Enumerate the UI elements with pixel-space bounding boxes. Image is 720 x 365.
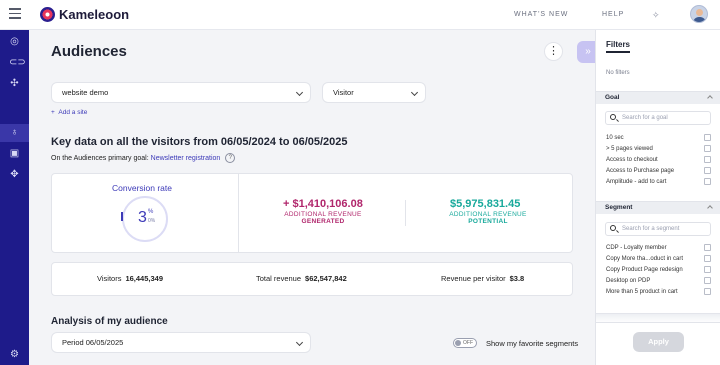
brand-logo[interactable]: Kameleoon [40, 7, 129, 22]
conversion-rate-sub: 0% [148, 218, 156, 224]
chevron-up-icon [707, 95, 713, 101]
checkbox[interactable] [704, 255, 711, 262]
whats-new-link[interactable]: WHAT'S NEW [514, 11, 568, 18]
segment-option[interactable]: CDP - Loyalty member [606, 244, 711, 252]
favorite-segments-label: Show my favorite segments [486, 339, 579, 348]
kameleoon-logo-icon [40, 7, 55, 22]
chevron-down-icon [295, 338, 304, 347]
kpi-divider [238, 174, 239, 252]
goal-option[interactable]: > 5 pages viewed [606, 145, 711, 153]
sparkles-icon[interactable]: ✧ [652, 10, 662, 20]
total-revenue-stat: Total revenue $62,547,842 [256, 274, 347, 283]
filters-panel: Filters No filters Goal Search for a goa… [595, 30, 720, 365]
toggle-icon[interactable]: ⊂⊃ [9, 57, 26, 68]
goal-option[interactable]: Amplitude - add to cart [606, 178, 711, 186]
brand-name: Kameleoon [59, 7, 130, 22]
checkbox[interactable] [704, 288, 711, 295]
checkbox[interactable] [704, 156, 711, 163]
conversion-rate-title: Conversion rate [112, 183, 173, 193]
move-icon[interactable]: ✥ [9, 169, 20, 180]
picture-icon[interactable]: ▣ [9, 148, 20, 159]
goal-section-header[interactable]: Goal [596, 91, 720, 104]
help-icon[interactable]: ? [225, 153, 236, 163]
toggle-knob [455, 340, 461, 346]
settings-icon[interactable]: ⚙ [9, 349, 20, 360]
help-link[interactable]: HELP [602, 11, 624, 18]
period-select[interactable]: Period 06/05/2025 [51, 332, 311, 353]
checkbox[interactable] [704, 145, 711, 152]
dashboard-icon[interactable]: ◎ [9, 36, 20, 47]
checkbox[interactable] [704, 167, 711, 174]
site-select-value: website demo [62, 88, 109, 97]
segment-option[interactable]: Desktop on PDP [606, 277, 711, 285]
audience-type-value: Visitor [333, 88, 354, 97]
more-options-button[interactable]: ⋮ [544, 42, 563, 61]
visitors-stat: Visitors 16,445,349 [97, 274, 163, 283]
revenue-generated-value: + $1,410,106.08 [283, 198, 363, 210]
favorite-segments-toggle[interactable]: OFF [453, 338, 477, 348]
menu-icon[interactable] [9, 8, 21, 20]
revenue-potential-value: $5,975,831.45 [450, 198, 521, 210]
primary-goal-line: On the Audiences primary goal: Newslette… [51, 153, 236, 163]
page-title: Audiences [51, 43, 127, 60]
gauge-marker [121, 212, 123, 221]
goal-option[interactable]: Access to Purchase page [606, 167, 711, 175]
segment-option[interactable]: Copy More tha...oduct in cart [606, 255, 711, 263]
conversion-rate-value: 3 [138, 209, 147, 226]
goal-link[interactable]: Newsletter registration [151, 155, 221, 162]
no-filters-text: No filters [606, 70, 630, 76]
top-bar: Kameleoon WHAT'S NEW HELP ✧ [0, 0, 720, 30]
site-select[interactable]: website demo [51, 82, 311, 103]
revenue-divider [405, 200, 406, 226]
filters-footer: Apply [596, 322, 720, 365]
segment-option[interactable]: Copy Product Page redesign [606, 266, 711, 274]
chevron-up-icon [707, 205, 713, 211]
conversion-rate-unit: % [148, 209, 154, 215]
goal-prefix: On the Audiences primary goal: [51, 154, 149, 162]
segment-option[interactable]: More than 5 product in cart [606, 288, 711, 296]
segment-section-header[interactable]: Segment [596, 201, 720, 214]
chevron-down-icon [295, 88, 304, 97]
goal-option[interactable]: 10 sec [606, 134, 711, 142]
revenue-potential-label: ADDITIONAL REVENUE POTENTIAL [449, 211, 527, 225]
chevron-down-icon [410, 88, 419, 97]
checkbox[interactable] [704, 244, 711, 251]
goal-option[interactable]: Access to checkout [606, 156, 711, 164]
checkbox[interactable] [704, 277, 711, 284]
filters-tab-underline [606, 51, 630, 53]
avatar[interactable] [690, 5, 708, 23]
key-data-title: Key data on all the visitors from 06/05/… [51, 136, 348, 148]
search-icon [610, 225, 616, 231]
sidebar: ◎ ⊂⊃ ✣ ♁ ▣ ✥ ⚙ [0, 30, 29, 365]
filters-title: Filters [606, 40, 631, 49]
checkbox[interactable] [704, 266, 711, 273]
search-icon [610, 114, 616, 120]
checkbox[interactable] [704, 134, 711, 141]
goal-search-input[interactable]: Search for a goal [605, 111, 711, 125]
main-content: Audiences ⋮ » website demo Visitor + Add… [29, 30, 599, 365]
period-select-value: Period 06/05/2025 [62, 338, 124, 347]
add-site-link[interactable]: + Add a site [51, 109, 87, 116]
revenue-per-visitor-stat: Revenue per visitor $3.8 [441, 274, 525, 283]
apply-button[interactable]: Apply [633, 332, 684, 352]
checkbox[interactable] [704, 178, 711, 185]
analysis-title: Analysis of my audience [51, 316, 168, 327]
experiments-icon[interactable]: ✣ [9, 78, 20, 89]
revenue-generated-label: ADDITIONAL REVENUE GENERATED [284, 211, 362, 225]
segment-search-input[interactable]: Search for a segment [605, 222, 711, 236]
audience-type-select[interactable]: Visitor [322, 82, 426, 103]
